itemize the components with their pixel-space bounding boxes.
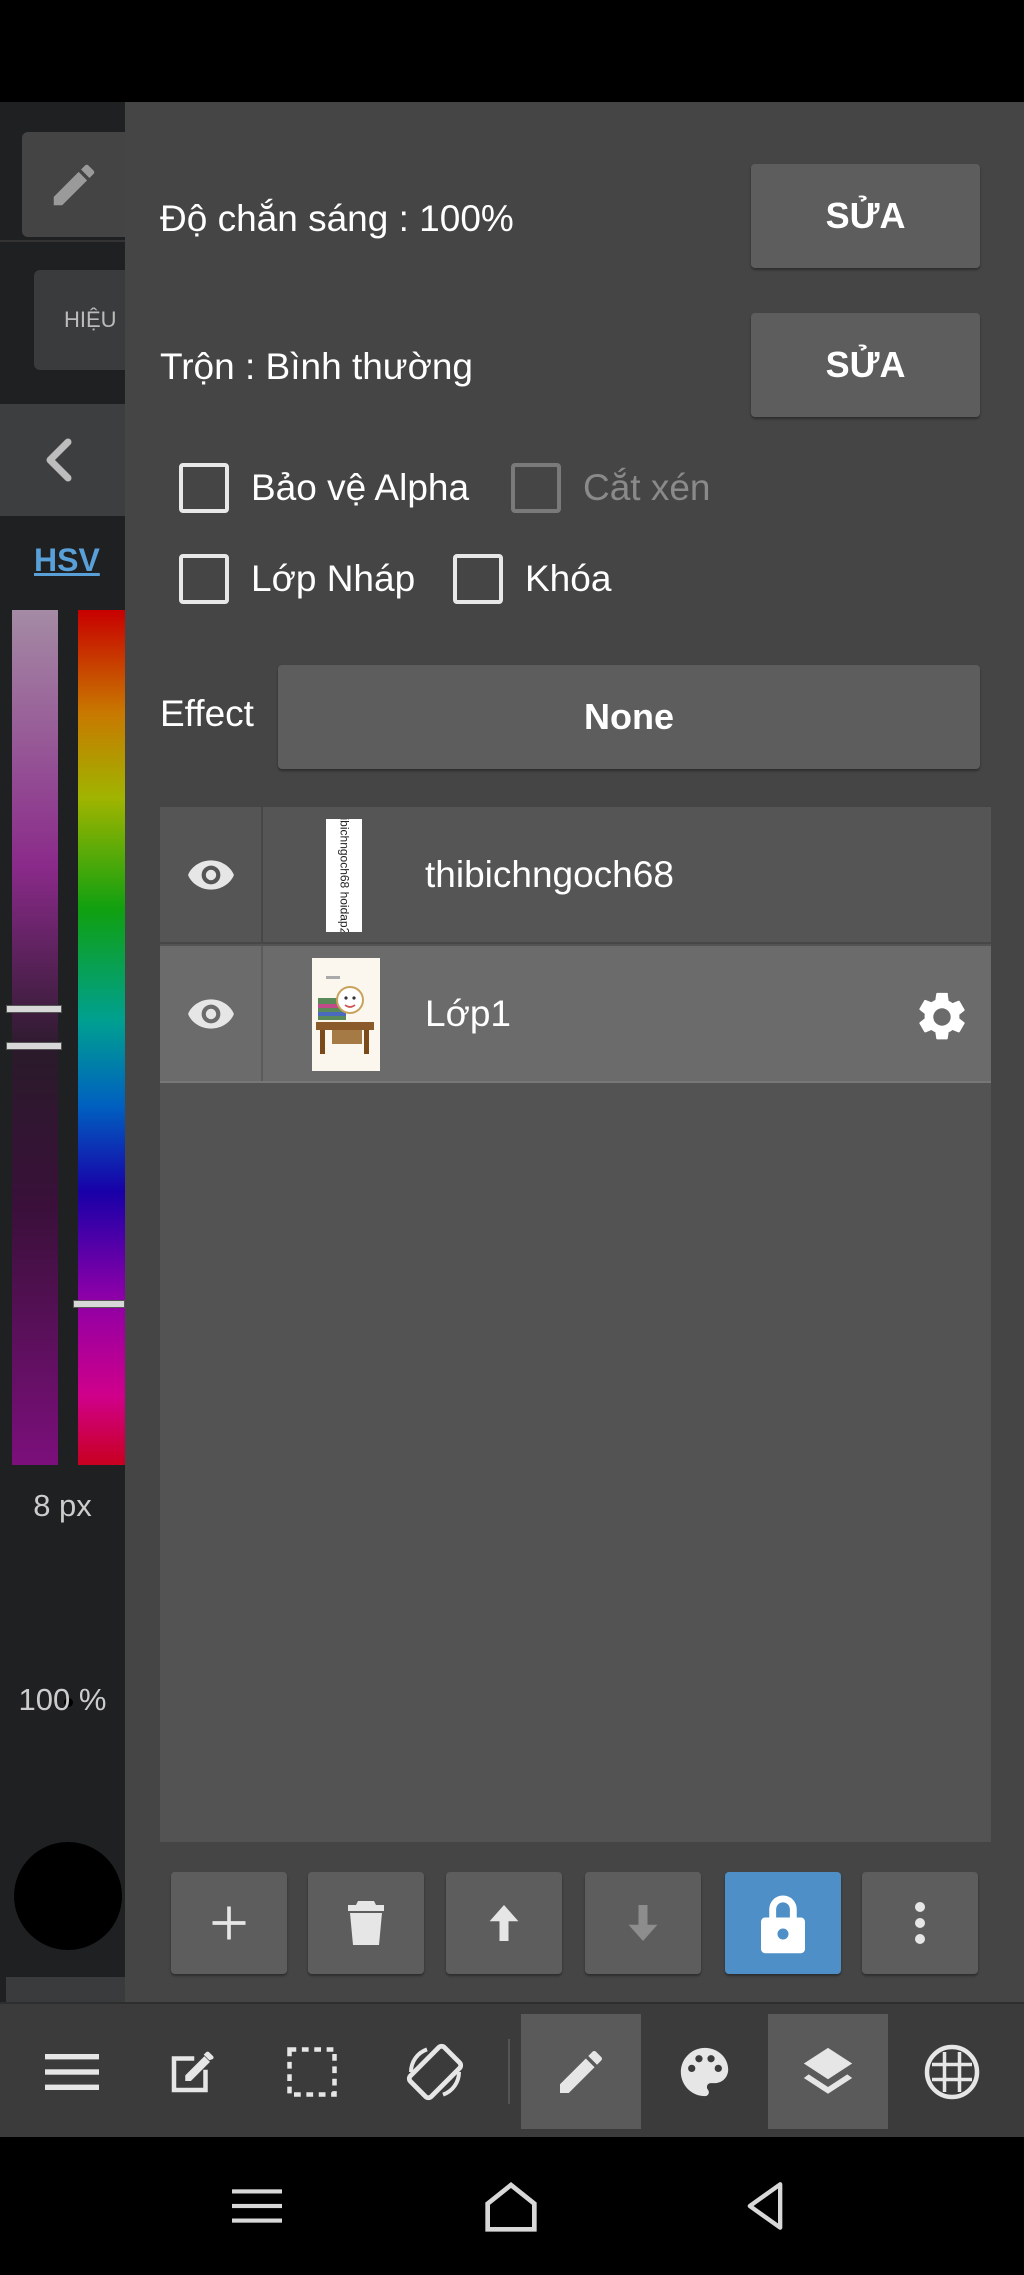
lock-checkbox[interactable]: Khóa [453, 554, 611, 604]
layer-row-selected[interactable]: Lớp1 [160, 946, 991, 1083]
protect-alpha-label: Bảo vệ Alpha [251, 467, 470, 508]
status-bar [0, 0, 1024, 102]
saturation-slider[interactable] [12, 610, 58, 1465]
draft-layer-label: Lớp Nháp [251, 558, 416, 599]
grid-circle-icon [924, 2044, 980, 2099]
visibility-toggle[interactable] [160, 807, 263, 942]
system-nav-bar [0, 2137, 1024, 2275]
saturation-handle[interactable] [6, 1005, 62, 1013]
gear-icon [919, 992, 965, 1040]
drawing-thumbnail-image [316, 976, 374, 1054]
recent-apps-icon [232, 2189, 282, 2223]
chevron-left-icon [46, 438, 72, 482]
layer-name: thibichngoch68 [425, 853, 674, 895]
more-vertical-icon [915, 1902, 925, 1944]
left-tool-strip: HIỆU HSV 8 px 100 % [0, 102, 125, 2099]
dashed-selection-icon [287, 2046, 337, 2097]
draft-layer-checkbox[interactable]: Lớp Nháp [179, 554, 415, 604]
eye-icon [187, 859, 234, 890]
hue-slider[interactable] [78, 610, 125, 1465]
clipping-checkbox: Cắt xén [511, 463, 711, 513]
edit-canvas-button[interactable] [132, 2014, 252, 2129]
layer-panel: Độ chắn sáng : 100% SỬA Trộn : Bình thườ… [125, 102, 1024, 2002]
layers-button[interactable] [768, 2014, 888, 2129]
layer-settings-button[interactable] [913, 988, 971, 1051]
blend-mode-label: Trộn : Bình thường [160, 346, 473, 387]
lock-layer-button[interactable] [725, 1872, 841, 1974]
menu-button[interactable] [12, 2014, 132, 2129]
home-button[interactable] [476, 2171, 546, 2241]
bottom-toolbar [0, 2002, 1024, 2137]
trash-icon [348, 1901, 384, 1945]
pen-tool-tile[interactable] [22, 132, 125, 237]
layer-more-button[interactable] [862, 1872, 978, 1974]
effect-tab[interactable]: HIỆU [34, 270, 125, 370]
current-color-swatch[interactable] [14, 1842, 122, 1950]
collapse-panel-button[interactable] [0, 404, 125, 516]
color-mode-label[interactable]: HSV [34, 542, 100, 579]
effect-select-button[interactable]: None [278, 665, 980, 769]
pencil-icon [560, 2050, 603, 2093]
layer-thumbnail [312, 958, 380, 1071]
move-layer-up-button[interactable] [446, 1872, 562, 1974]
brush-size-value[interactable]: 8 px [0, 1488, 125, 1524]
checkbox-box[interactable] [179, 554, 229, 604]
move-layer-down-button [585, 1872, 701, 1974]
eye-icon [187, 998, 234, 1029]
strip-divider [0, 240, 125, 242]
lock-icon [761, 1895, 805, 1954]
back-triangle-icon [747, 2182, 783, 2230]
add-layer-button[interactable] [171, 1872, 287, 1974]
home-icon [485, 2182, 537, 2232]
hamburger-menu-icon [45, 2053, 99, 2090]
color-palette-button[interactable] [645, 2014, 765, 2129]
lock-label: Khóa [525, 558, 612, 599]
layer-list[interactable]: thibichngoch68 hoidap247 thibichngoch68 [160, 807, 991, 1842]
back-button[interactable] [730, 2171, 800, 2241]
grid-button[interactable] [892, 2014, 1012, 2129]
toolbar-divider [508, 2039, 510, 2104]
layer-name: Lớp1 [425, 992, 511, 1034]
checkbox-box[interactable] [179, 463, 229, 513]
brush-opacity-value[interactable]: 100 % [0, 1682, 125, 1718]
layer-row[interactable]: thibichngoch68 hoidap247 thibichngoch68 [160, 807, 991, 944]
protect-alpha-checkbox[interactable]: Bảo vệ Alpha [179, 463, 469, 513]
layers-icon [803, 2047, 853, 2094]
opacity-edit-button[interactable]: SỬA [751, 164, 980, 268]
effect-label: Effect [160, 693, 254, 734]
opacity-label: Độ chắn sáng : 100% [160, 198, 514, 239]
rotate-screen-icon [406, 2043, 464, 2100]
pencil-icon [53, 164, 94, 205]
recent-apps-button[interactable] [222, 2171, 292, 2241]
plus-icon [212, 1906, 246, 1940]
checkbox-box[interactable] [453, 554, 503, 604]
delete-layer-button[interactable] [308, 1872, 424, 1974]
layer-thumbnail: thibichngoch68 hoidap247 [326, 819, 362, 932]
value-handle[interactable] [6, 1042, 62, 1050]
rotate-canvas-button[interactable] [375, 2014, 495, 2129]
checkbox-box [511, 463, 561, 513]
arrow-up-icon [489, 1905, 519, 1941]
edit-square-icon [171, 2051, 214, 2092]
blend-edit-button[interactable]: SỬA [751, 313, 980, 417]
brush-tool-button[interactable] [521, 2014, 641, 2129]
palette-icon [680, 2047, 729, 2096]
visibility-toggle[interactable] [160, 946, 263, 1081]
thumbnail-text: thibichngoch68 hoidap247 [337, 819, 352, 932]
selection-button[interactable] [252, 2014, 372, 2129]
clipping-label: Cắt xén [583, 467, 711, 508]
effect-tab-label: HIỆU [64, 307, 117, 332]
hue-handle[interactable] [73, 1300, 125, 1308]
arrow-down-icon [628, 1905, 658, 1941]
